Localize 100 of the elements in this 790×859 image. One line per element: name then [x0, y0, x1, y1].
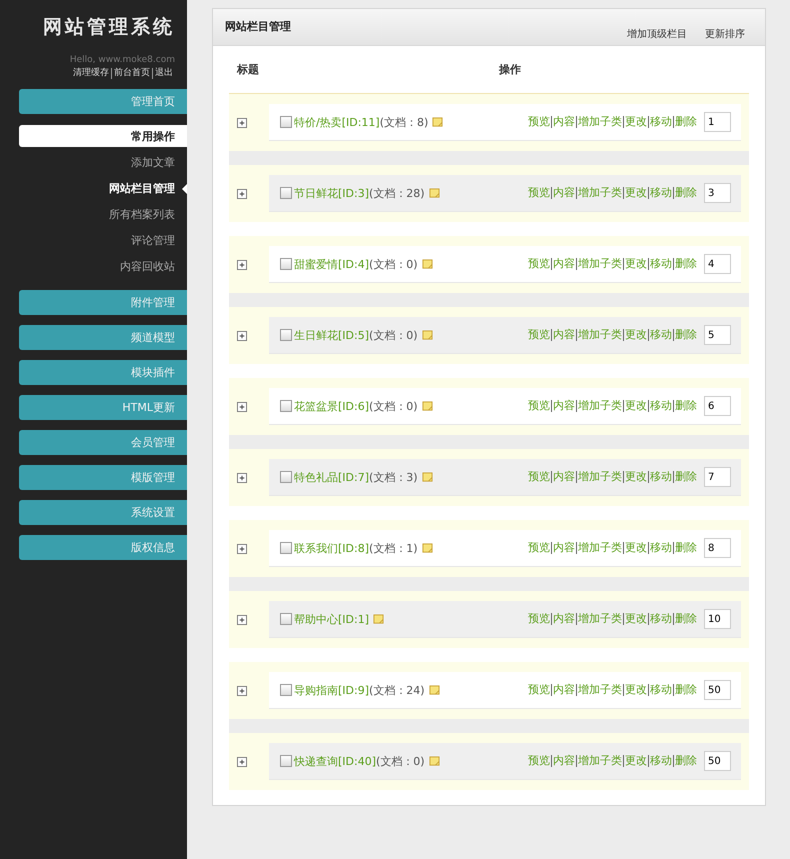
action-link[interactable]: 删除: [673, 116, 698, 128]
menu-group-button[interactable]: 模版管理: [19, 465, 187, 490]
action-link[interactable]: 预览: [527, 400, 551, 412]
action-link[interactable]: 删除: [673, 613, 698, 625]
menu-item[interactable]: 网站栏目管理: [109, 182, 175, 196]
expand-icon[interactable]: [237, 756, 247, 766]
edit-note-icon[interactable]: [373, 614, 384, 624]
action-link[interactable]: 内容: [551, 613, 576, 625]
action-link[interactable]: 内容: [551, 187, 576, 199]
action-link[interactable]: 删除: [673, 329, 698, 341]
action-link[interactable]: 预览: [527, 116, 551, 128]
action-link[interactable]: 删除: [673, 471, 698, 483]
action-link[interactable]: 内容: [551, 400, 576, 412]
action-link[interactable]: 更改: [623, 542, 648, 554]
menu-group-button[interactable]: 模块插件: [19, 360, 187, 385]
category-link[interactable]: 特色礼品[ID:7]: [294, 470, 370, 484]
sort-order-field[interactable]: 50: [704, 751, 731, 771]
action-link[interactable]: 内容: [551, 329, 576, 341]
header-link[interactable]: 增加顶级栏目: [627, 27, 687, 45]
expand-icon[interactable]: [237, 402, 247, 412]
action-link[interactable]: 移动: [648, 755, 673, 767]
action-link[interactable]: 预览: [527, 471, 551, 483]
action-link[interactable]: 增加子类: [576, 400, 623, 412]
checkbox[interactable]: [280, 116, 292, 128]
checkbox[interactable]: [280, 471, 292, 483]
category-link[interactable]: 快递查询[ID:40]: [294, 754, 376, 768]
sort-order-field[interactable]: 10: [704, 609, 731, 629]
category-link[interactable]: 联系我们[ID:8]: [294, 540, 370, 556]
action-link[interactable]: 内容: [551, 684, 576, 696]
action-link[interactable]: 删除: [673, 258, 698, 270]
action-link[interactable]: 移动: [648, 116, 673, 128]
sort-order-field[interactable]: 1: [704, 112, 731, 132]
edit-note-icon[interactable]: [428, 756, 440, 766]
action-link[interactable]: 删除: [673, 755, 698, 767]
checkbox[interactable]: [280, 542, 292, 554]
edit-note-icon[interactable]: [428, 684, 440, 696]
edit-note-icon[interactable]: [428, 188, 440, 198]
action-link[interactable]: 内容: [551, 116, 576, 128]
action-link[interactable]: 内容: [551, 471, 576, 483]
action-link[interactable]: 增加子类: [576, 258, 623, 270]
action-link[interactable]: 删除: [673, 400, 698, 412]
category-link[interactable]: 甜蜜爱情[ID:4]: [294, 256, 370, 272]
expand-icon[interactable]: [237, 118, 247, 128]
sort-order-field[interactable]: 8: [704, 538, 731, 558]
action-link[interactable]: 增加子类: [576, 755, 623, 767]
sort-order-field[interactable]: 5: [704, 325, 731, 345]
sort-order-field[interactable]: 6: [704, 396, 731, 416]
menu-group-button[interactable]: HTML更新: [19, 395, 187, 420]
action-link[interactable]: 更改: [623, 187, 648, 199]
sort-order-field[interactable]: 7: [704, 467, 731, 487]
checkbox[interactable]: [280, 187, 292, 199]
action-link[interactable]: 更改: [623, 400, 648, 412]
category-link[interactable]: 特价/热卖[ID:11]: [294, 114, 380, 130]
action-link[interactable]: 预览: [527, 187, 551, 199]
action-link[interactable]: 删除: [673, 542, 698, 554]
checkbox[interactable]: [280, 400, 292, 412]
category-link[interactable]: 花篮盆景[ID:6]: [294, 398, 370, 414]
menu-item[interactable]: 评论管理: [131, 234, 175, 248]
expand-icon[interactable]: [237, 614, 247, 624]
quick-link[interactable]: 前台首页: [111, 68, 152, 79]
edit-note-icon[interactable]: [422, 472, 433, 482]
quick-link[interactable]: 清理缓存: [71, 68, 111, 79]
sort-order-field[interactable]: 50: [704, 680, 731, 700]
action-link[interactable]: 删除: [673, 187, 698, 199]
action-link[interactable]: 预览: [527, 258, 551, 270]
menu-item[interactable]: 所有档案列表: [109, 208, 175, 222]
action-link[interactable]: 更改: [623, 116, 648, 128]
expand-icon[interactable]: [237, 260, 247, 270]
menu-group-button[interactable]: 频道模型: [19, 325, 187, 350]
checkbox[interactable]: [280, 613, 292, 625]
action-link[interactable]: 更改: [623, 613, 648, 625]
action-link[interactable]: 更改: [623, 471, 648, 483]
action-link[interactable]: 移动: [648, 471, 673, 483]
category-link[interactable]: 帮助中心[ID:1]: [294, 612, 370, 626]
action-link[interactable]: 内容: [551, 542, 576, 554]
action-link[interactable]: 删除: [673, 684, 698, 696]
edit-note-icon[interactable]: [422, 258, 433, 270]
action-link[interactable]: 增加子类: [576, 329, 623, 341]
action-link[interactable]: 内容: [551, 258, 576, 270]
expand-icon[interactable]: [237, 188, 247, 198]
action-link[interactable]: 预览: [527, 329, 551, 341]
action-link[interactable]: 移动: [648, 400, 673, 412]
action-link[interactable]: 更改: [623, 684, 648, 696]
checkbox[interactable]: [280, 258, 292, 270]
category-link[interactable]: 节日鲜花[ID:3]: [294, 186, 370, 200]
action-link[interactable]: 移动: [648, 187, 673, 199]
action-link[interactable]: 移动: [648, 329, 673, 341]
menu-group-button[interactable]: 附件管理: [19, 290, 187, 315]
quick-link[interactable]: 退出: [152, 68, 175, 79]
action-link[interactable]: 更改: [623, 329, 648, 341]
menu-item[interactable]: 添加文章: [131, 156, 175, 170]
expand-icon[interactable]: [237, 330, 247, 340]
action-link[interactable]: 增加子类: [576, 187, 623, 199]
menu-group-button[interactable]: 会员管理: [19, 430, 187, 455]
menu-group-button[interactable]: 系统设置: [19, 500, 187, 525]
action-link[interactable]: 增加子类: [576, 471, 623, 483]
menu-group-button[interactable]: 管理首页: [19, 89, 187, 114]
sort-order-field[interactable]: 4: [704, 254, 731, 274]
action-link[interactable]: 增加子类: [576, 542, 623, 554]
action-link[interactable]: 更改: [623, 755, 648, 767]
